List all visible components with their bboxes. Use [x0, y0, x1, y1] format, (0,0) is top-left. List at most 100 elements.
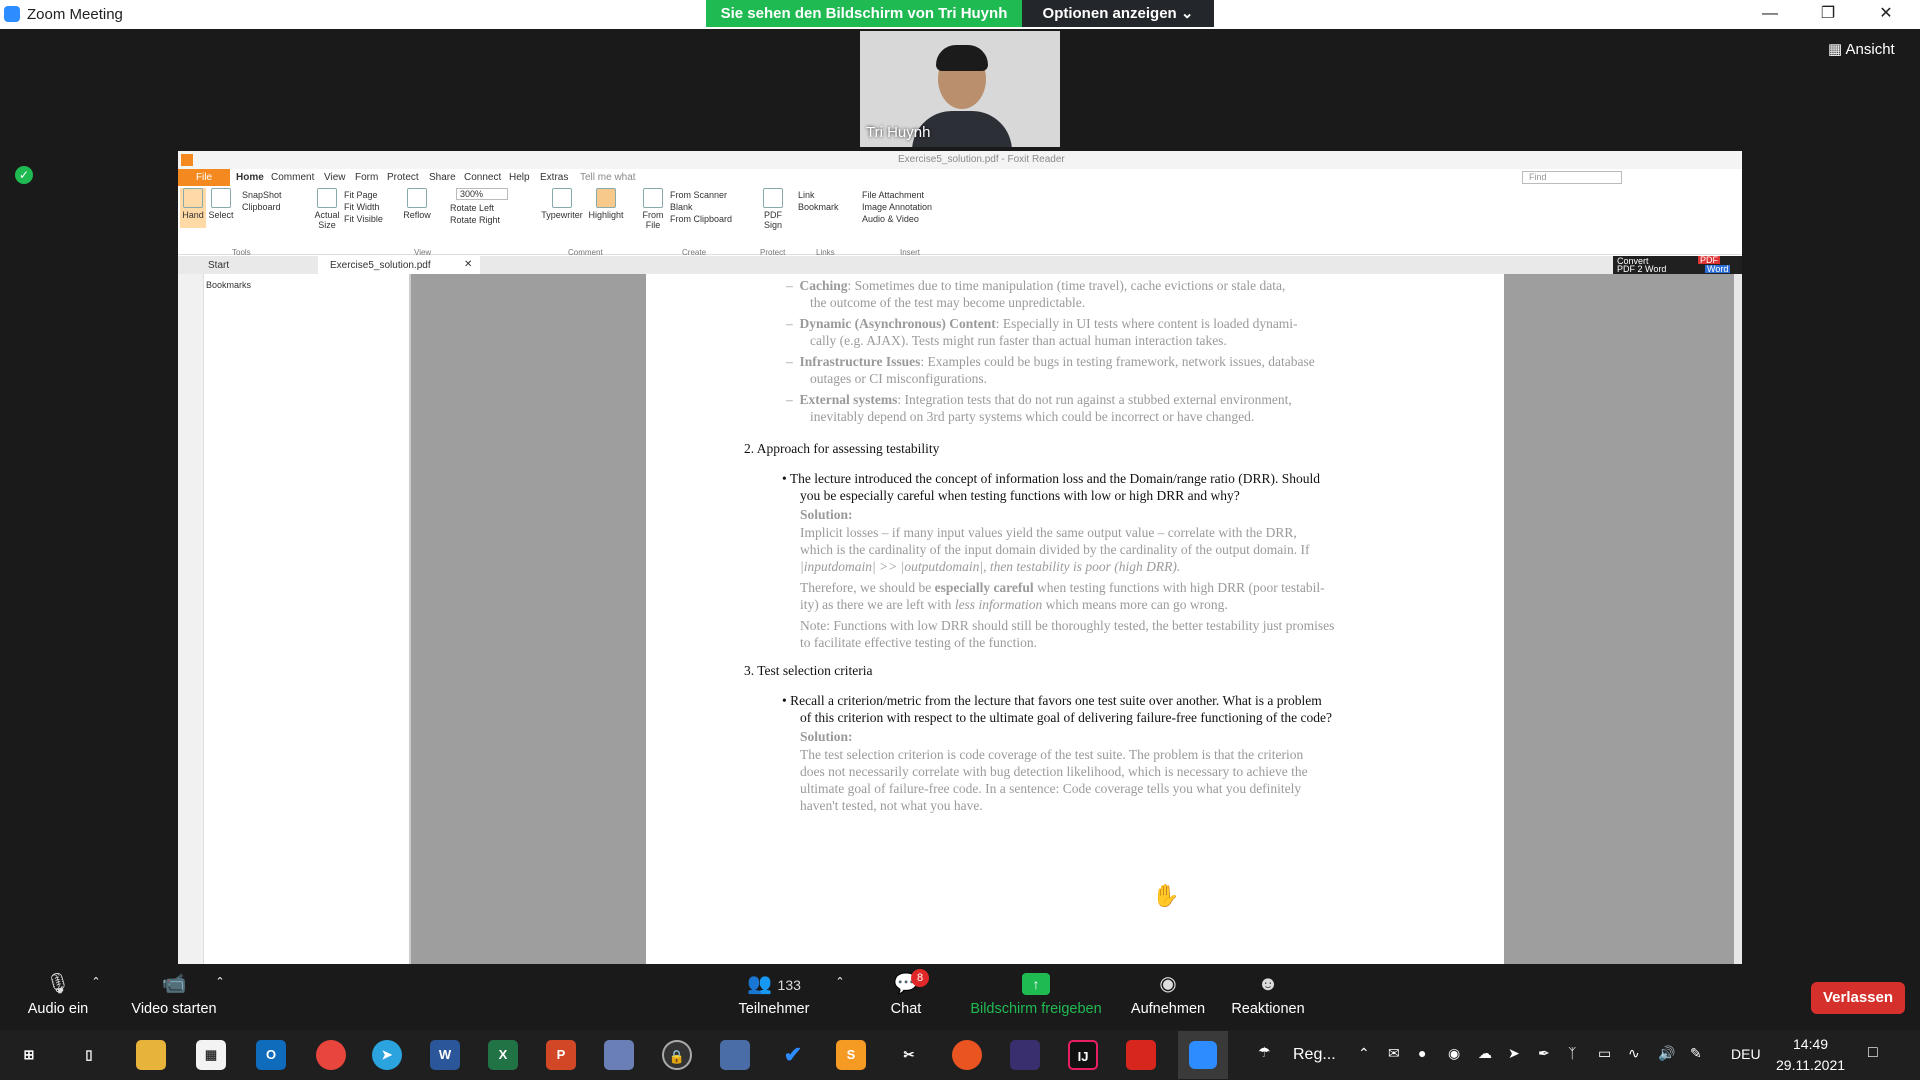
- windows-start-icon[interactable]: ⊞: [14, 1040, 44, 1070]
- participants-chevron-icon[interactable]: ⌃: [832, 975, 848, 988]
- file-attachment-button[interactable]: File Attachment: [862, 190, 924, 200]
- input-language[interactable]: DEU: [1731, 1046, 1761, 1062]
- close-button[interactable]: ✕: [1866, 4, 1906, 24]
- texmaker-icon[interactable]: [1010, 1040, 1040, 1070]
- snipping-icon[interactable]: ✂: [894, 1040, 924, 1070]
- participant-count: 133: [777, 977, 801, 993]
- link-button[interactable]: Link: [798, 190, 815, 200]
- todo-check-icon[interactable]: ✔: [778, 1040, 808, 1070]
- zoom-select[interactable]: 300%: [456, 188, 508, 200]
- task-view-icon[interactable]: ▯: [74, 1040, 104, 1070]
- close-tab-icon[interactable]: ✕: [464, 259, 472, 270]
- participant-video[interactable]: Tri Huynh: [860, 31, 1060, 147]
- convert-pdf-word-button[interactable]: Convert PDF 2 Word PDF Word: [1613, 256, 1742, 274]
- tray-chevron-icon[interactable]: ⌃: [1358, 1045, 1370, 1062]
- typewriter-button[interactable]: Typewriter: [540, 188, 584, 220]
- outlook-icon[interactable]: O: [256, 1040, 286, 1070]
- participants-button[interactable]: 👥 133 Teilnehmer: [726, 973, 822, 1017]
- tab-document[interactable]: Exercise5_solution.pdf ✕: [318, 256, 480, 274]
- weather-label[interactable]: Reg...: [1293, 1046, 1336, 1064]
- tray-onedrive-icon[interactable]: ☁: [1478, 1045, 1492, 1062]
- file-explorer-icon[interactable]: [136, 1040, 166, 1070]
- audio-button[interactable]: 🎙 Audio ein: [20, 973, 96, 1017]
- share-screen-button[interactable]: ↑ Bildschirm freigeben: [964, 973, 1108, 1017]
- encryption-shield-icon[interactable]: ✓: [15, 166, 33, 184]
- zoom-taskbar-icon[interactable]: [1178, 1031, 1228, 1079]
- tell-me-field[interactable]: Tell me what: [580, 172, 636, 183]
- menu-help[interactable]: Help: [509, 172, 530, 183]
- acrobat-icon[interactable]: [1126, 1040, 1156, 1070]
- menu-share[interactable]: Share: [429, 172, 456, 183]
- menu-connect[interactable]: Connect: [464, 172, 501, 183]
- from-clipboard-button[interactable]: From Clipboard: [670, 214, 732, 224]
- powerpoint-icon[interactable]: P: [546, 1040, 576, 1070]
- tray-zoom-icon[interactable]: ●: [1418, 1045, 1426, 1061]
- reactions-button[interactable]: ☻ Reaktionen: [1224, 973, 1312, 1017]
- pen-workspace-icon[interactable]: ✎: [1690, 1045, 1702, 1062]
- store-icon[interactable]: ▦: [196, 1040, 226, 1070]
- sublime-icon[interactable]: S: [836, 1040, 866, 1070]
- fit-page-button[interactable]: Fit Page: [344, 190, 378, 200]
- tray-outlook-icon[interactable]: ✉: [1388, 1045, 1400, 1062]
- tab-start[interactable]: Start: [208, 260, 229, 271]
- excel-icon[interactable]: X: [488, 1040, 518, 1070]
- clock-time[interactable]: 14:49: [1793, 1036, 1828, 1052]
- reflow-button[interactable]: Reflow: [402, 188, 432, 220]
- chrome-icon[interactable]: [316, 1040, 346, 1070]
- menu-view[interactable]: View: [324, 172, 346, 183]
- volume-icon[interactable]: 🔊: [1658, 1045, 1675, 1062]
- actual-size-button[interactable]: Actual Size: [314, 188, 340, 230]
- word-icon[interactable]: W: [430, 1040, 460, 1070]
- fit-width-button[interactable]: Fit Width: [344, 202, 380, 212]
- notifications-icon[interactable]: □: [1868, 1044, 1878, 1062]
- clipboard-button[interactable]: Clipboard: [242, 202, 281, 212]
- lock-app-icon[interactable]: 🔒: [662, 1040, 692, 1070]
- highlight-button[interactable]: Highlight: [586, 188, 626, 220]
- vertical-scrollbar[interactable]: [1734, 274, 1742, 964]
- minimize-button[interactable]: —: [1750, 4, 1790, 24]
- tray-chrome-icon[interactable]: ◉: [1448, 1045, 1460, 1062]
- battery-icon[interactable]: ▭: [1598, 1045, 1611, 1062]
- bookmark-button[interactable]: Bookmark: [798, 202, 839, 212]
- calculator-icon[interactable]: [720, 1040, 750, 1070]
- video-button[interactable]: 📹 Video starten: [126, 973, 222, 1017]
- record-button[interactable]: ◉ Aufnehmen: [1124, 973, 1212, 1017]
- menu-protect[interactable]: Protect: [387, 172, 419, 183]
- clock-date[interactable]: 29.11.2021: [1776, 1057, 1845, 1073]
- leave-button[interactable]: Verlassen: [1811, 982, 1905, 1014]
- from-scanner-button[interactable]: From Scanner: [670, 190, 727, 200]
- menu-comment[interactable]: Comment: [271, 172, 314, 183]
- pdf-page[interactable]: – Caching: Sometimes due to time manipul…: [646, 274, 1504, 964]
- ubuntu-icon[interactable]: [952, 1040, 982, 1070]
- view-options-button[interactable]: Optionen anzeigen ⌄: [1022, 0, 1214, 27]
- rotate-left-button[interactable]: Rotate Left: [450, 203, 494, 213]
- snapshot-button[interactable]: SnapShot: [242, 190, 282, 200]
- fit-visible-button[interactable]: Fit Visible: [344, 214, 383, 224]
- video-options-chevron-icon[interactable]: ⌃: [212, 975, 228, 988]
- view-button[interactable]: ▦ Ansicht: [1828, 40, 1895, 58]
- restore-button[interactable]: ❐: [1808, 4, 1848, 24]
- menu-file[interactable]: File: [178, 169, 230, 186]
- audio-video-button[interactable]: Audio & Video: [862, 214, 919, 224]
- wifi-icon[interactable]: ∿: [1628, 1045, 1640, 1062]
- from-file-button[interactable]: From File: [640, 188, 666, 230]
- hand-tool[interactable]: Hand: [180, 188, 206, 228]
- blank-button[interactable]: Blank: [670, 202, 693, 212]
- rotate-right-button[interactable]: Rotate Right: [450, 215, 500, 225]
- menu-home[interactable]: Home: [236, 172, 264, 183]
- find-input[interactable]: Find: [1522, 171, 1622, 184]
- tray-pen-icon[interactable]: ✒: [1538, 1045, 1550, 1062]
- audio-options-chevron-icon[interactable]: ⌃: [88, 975, 104, 988]
- hand-label: Hand: [182, 210, 204, 220]
- app-icon[interactable]: [604, 1040, 634, 1070]
- intellij-icon[interactable]: IJ: [1068, 1040, 1098, 1070]
- telegram-icon[interactable]: ➤: [372, 1040, 402, 1070]
- bluetooth-icon[interactable]: ᛉ: [1568, 1045, 1576, 1061]
- weather-icon[interactable]: ☂: [1258, 1044, 1271, 1061]
- select-tool[interactable]: Select: [208, 188, 234, 220]
- image-annotation-button[interactable]: Image Annotation: [862, 202, 932, 212]
- pdf-sign-button[interactable]: PDF Sign: [760, 188, 786, 230]
- menu-form[interactable]: Form: [355, 172, 378, 183]
- tray-telegram-icon[interactable]: ➤: [1508, 1045, 1520, 1062]
- menu-extras[interactable]: Extras: [540, 172, 568, 183]
